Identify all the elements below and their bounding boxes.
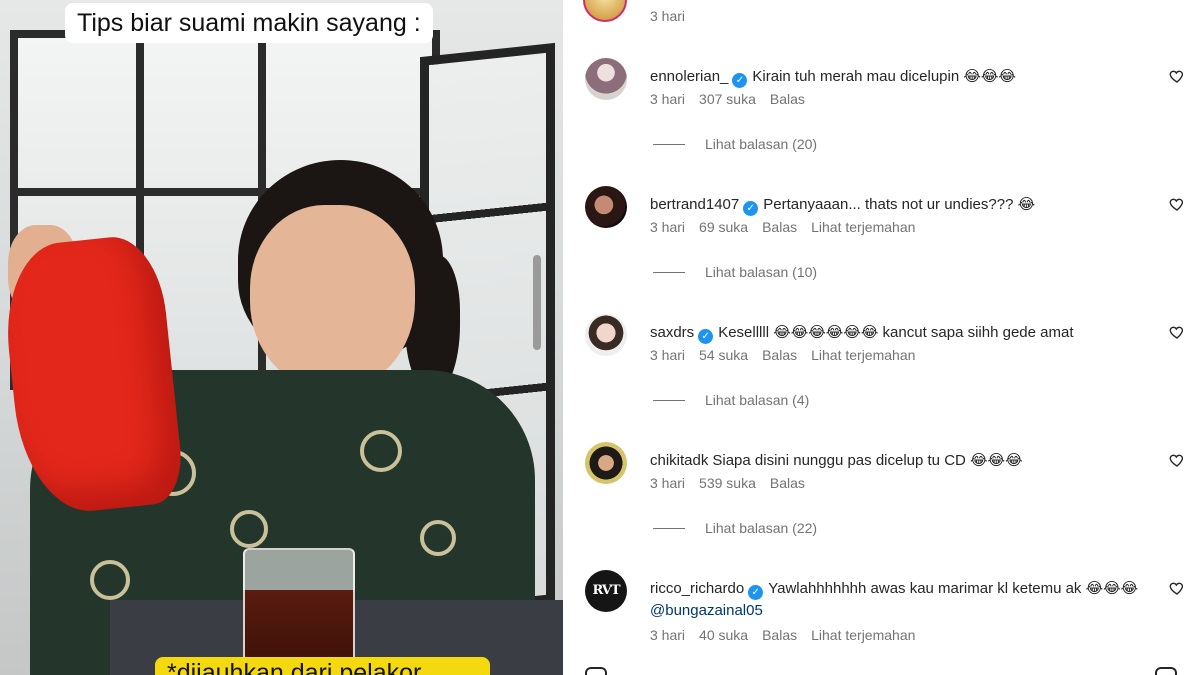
reply-button[interactable]: Balas: [770, 475, 805, 491]
comment-time: 3 hari: [650, 627, 686, 643]
comment-item: RVT ricco_richardo ✓ Yawlahhhhhhh awas kau…: [563, 560, 1200, 675]
comment-username[interactable]: chikitadk: [650, 452, 708, 469]
user-avatar[interactable]: RVT: [585, 570, 627, 612]
save-action-icon[interactable]: [1155, 667, 1177, 675]
reply-button[interactable]: Balas: [770, 91, 805, 107]
view-replies-label: Lihat balasan (20): [705, 136, 818, 152]
comment-item: ennolerian_ ✓ Kirain tuh merah mau dicelup…: [563, 48, 1200, 176]
comment-meta: 3 hari 307 suka Balas: [650, 91, 805, 107]
translate-button[interactable]: Lihat terjemahan: [811, 219, 915, 235]
action-bar: [563, 660, 1200, 675]
view-replies-button[interactable]: Lihat balasan (10): [653, 264, 817, 280]
replies-divider: [653, 143, 685, 145]
user-avatar[interactable]: [585, 186, 627, 228]
comment-username[interactable]: ricco_richardo: [650, 580, 744, 597]
comment-time: 3 hari: [650, 219, 686, 235]
comments-panel[interactable]: 3 hari ennolerian_ ✓ Kirain tuh merah mau …: [563, 0, 1200, 675]
verified-badge-icon: ✓: [698, 329, 714, 344]
batik-motif: [90, 560, 130, 600]
comment-item: chikitadk Siapa disini nunggu pas dicelup…: [563, 432, 1200, 560]
batik-motif: [230, 510, 268, 548]
comment-body: Siapa disini nunggu pas dicelup tu CD 😂😂…: [712, 452, 1023, 469]
user-avatar[interactable]: [585, 442, 627, 484]
comment-meta: 3 hari 54 suka Balas Lihat terjemahan: [650, 347, 915, 363]
reply-button[interactable]: Balas: [762, 219, 797, 235]
comment-likes[interactable]: 40 suka: [699, 627, 748, 643]
comment-username[interactable]: saxdrs: [650, 324, 694, 341]
view-replies-label: Lihat balasan (4): [705, 392, 810, 408]
comment-text-line: ricco_richardo ✓ Yawlahhhhhhh awas kau mar…: [650, 578, 1170, 622]
view-replies-button[interactable]: Lihat balasan (4): [653, 392, 809, 408]
comment-likes[interactable]: 307 suka: [699, 91, 756, 107]
comment-time: 3 hari: [650, 347, 686, 363]
view-replies-button[interactable]: Lihat balasan (22): [653, 520, 817, 536]
comment-body: Yawlahhhhhhh awas kau marimar kl ketemu …: [768, 580, 1139, 597]
comment-mention-link[interactable]: @bungazainal05: [650, 602, 763, 619]
translate-button[interactable]: Lihat terjemahan: [811, 347, 915, 363]
like-action-icon[interactable]: [585, 667, 607, 675]
previous-comment-time: 3 hari: [650, 8, 686, 24]
replies-divider: [653, 399, 685, 401]
comment-meta: 3 hari 40 suka Balas Lihat terjemahan: [650, 627, 915, 643]
heart-outline-icon[interactable]: [1169, 452, 1185, 468]
comment-likes[interactable]: 539 suka: [699, 475, 756, 491]
comment-username[interactable]: bertrand1407: [650, 196, 739, 213]
comment-item: saxdrs ✓ Keselllll 😂😂😂😂😂😂 kancut sapa siih…: [563, 304, 1200, 432]
video-caption-top: Tips biar suami makin sayang :: [65, 3, 433, 43]
user-avatar[interactable]: [585, 314, 627, 356]
heart-outline-icon[interactable]: [1169, 68, 1185, 84]
comment-meta: 3 hari 69 suka Balas Lihat terjemahan: [650, 219, 915, 235]
video-door-handle: [533, 255, 541, 350]
comment-body: Keselllll 😂😂😂😂😂😂 kancut sapa siihh gede …: [718, 324, 1074, 341]
view-replies-button[interactable]: Lihat balasan (20): [653, 136, 817, 152]
video-player[interactable]: Tips biar suami makin sayang : *dijauhka…: [0, 0, 563, 675]
comment-item: bertrand1407 ✓ Pertanyaaan... thats not ur…: [563, 176, 1200, 304]
reply-button[interactable]: Balas: [762, 627, 797, 643]
heart-outline-icon[interactable]: [1169, 580, 1185, 596]
batik-motif: [420, 520, 456, 556]
verified-badge-icon: ✓: [732, 73, 748, 88]
heart-outline-icon[interactable]: [1169, 196, 1185, 212]
comment-text-line: chikitadk Siapa disini nunggu pas dicelup…: [650, 450, 1150, 472]
replies-divider: [653, 527, 685, 529]
comment-likes[interactable]: 54 suka: [699, 347, 748, 363]
reply-button[interactable]: Balas: [762, 347, 797, 363]
previous-comment-avatar[interactable]: [583, 0, 627, 22]
comment-body: Pertanyaaan... thats not ur undies??? 😂: [763, 196, 1036, 213]
heart-outline-icon[interactable]: [1169, 324, 1185, 340]
view-replies-label: Lihat balasan (22): [705, 520, 818, 536]
verified-badge-icon: ✓: [743, 201, 759, 216]
comment-time: 3 hari: [650, 475, 686, 491]
batik-motif: [360, 430, 402, 472]
comment-body: Kirain tuh merah mau dicelupin 😂😂😂: [752, 68, 1016, 85]
video-caption-bottom: *dijauhkan dari pelakor: [155, 657, 490, 675]
comment-meta: 3 hari 539 suka Balas: [650, 475, 805, 491]
user-avatar[interactable]: [585, 58, 627, 100]
verified-badge-icon: ✓: [748, 585, 764, 600]
comment-text-line: bertrand1407 ✓ Pertanyaaan... thats not ur…: [650, 194, 1150, 216]
replies-divider: [653, 271, 685, 273]
view-replies-label: Lihat balasan (10): [705, 264, 818, 280]
comment-likes[interactable]: 69 suka: [699, 219, 748, 235]
comment-time: 3 hari: [650, 91, 686, 107]
video-tea-glass: [243, 548, 355, 675]
translate-button[interactable]: Lihat terjemahan: [811, 627, 915, 643]
comment-username[interactable]: ennolerian_: [650, 68, 728, 85]
comment-text-line: ennolerian_ ✓ Kirain tuh merah mau dicelup…: [650, 66, 1150, 88]
video-person-face: [250, 205, 415, 390]
comment-text-line: saxdrs ✓ Keselllll 😂😂😂😂😂😂 kancut sapa siih…: [650, 322, 1150, 344]
